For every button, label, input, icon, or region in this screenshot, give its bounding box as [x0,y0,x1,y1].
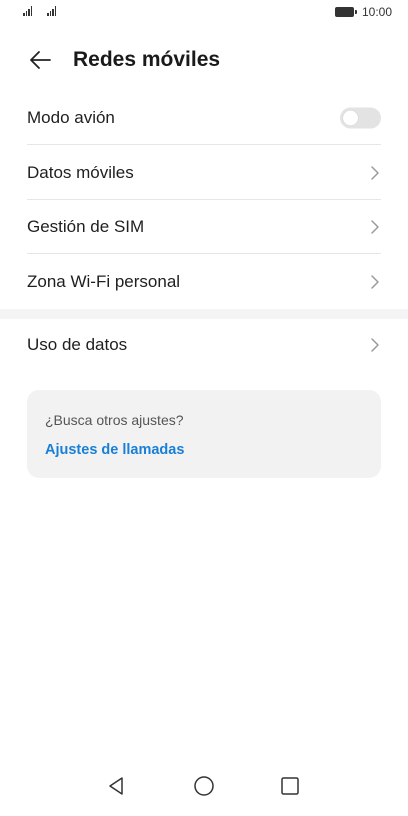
chevron-right-icon [371,338,379,352]
navigation-bar [0,760,408,816]
status-right: 10:00 [334,5,392,19]
chevron-right-icon [371,275,379,289]
battery-icon [334,7,357,17]
nav-recent-apps-icon[interactable] [278,774,302,798]
airplane-mode-label: Modo avión [27,108,115,127]
suggestion-card: ¿Busca otros ajustes? Ajustes de llamada… [27,390,381,478]
hotspot-label: Zona Wi-Fi personal [27,272,181,291]
divider [27,144,381,145]
sim-management-row[interactable]: Gestión de SIM [0,200,408,254]
hotspot-row[interactable]: Zona Wi-Fi personal [0,255,408,309]
arrow-left-icon[interactable] [28,49,52,71]
mobile-data-label: Datos móviles [27,163,134,182]
divider [27,253,381,254]
chevron-right-icon [371,220,379,234]
chevron-right-icon [371,166,379,180]
signal-icon-sim1 [23,6,33,16]
airplane-mode-row[interactable]: Modo avión [0,91,408,145]
suggestion-question: ¿Busca otros ajustes? [45,412,184,428]
data-usage-label: Uso de datos [27,335,128,354]
signal-icon-sim2 [47,6,57,16]
status-time: 10:00 [361,5,392,19]
nav-back-icon[interactable] [104,774,128,798]
mobile-data-row[interactable]: Datos móviles [0,146,408,200]
header: Redes móviles [0,40,408,80]
call-settings-link[interactable]: Ajustes de llamadas [45,442,184,458]
nav-home-icon[interactable] [192,774,216,798]
sim-management-label: Gestión de SIM [27,217,145,236]
airplane-mode-toggle[interactable] [340,107,381,129]
status-bar: 10:00 [0,0,408,28]
data-usage-row[interactable]: Uso de datos [0,318,408,372]
page-title: Redes móviles [73,48,221,71]
toggle-knob [343,110,358,126]
